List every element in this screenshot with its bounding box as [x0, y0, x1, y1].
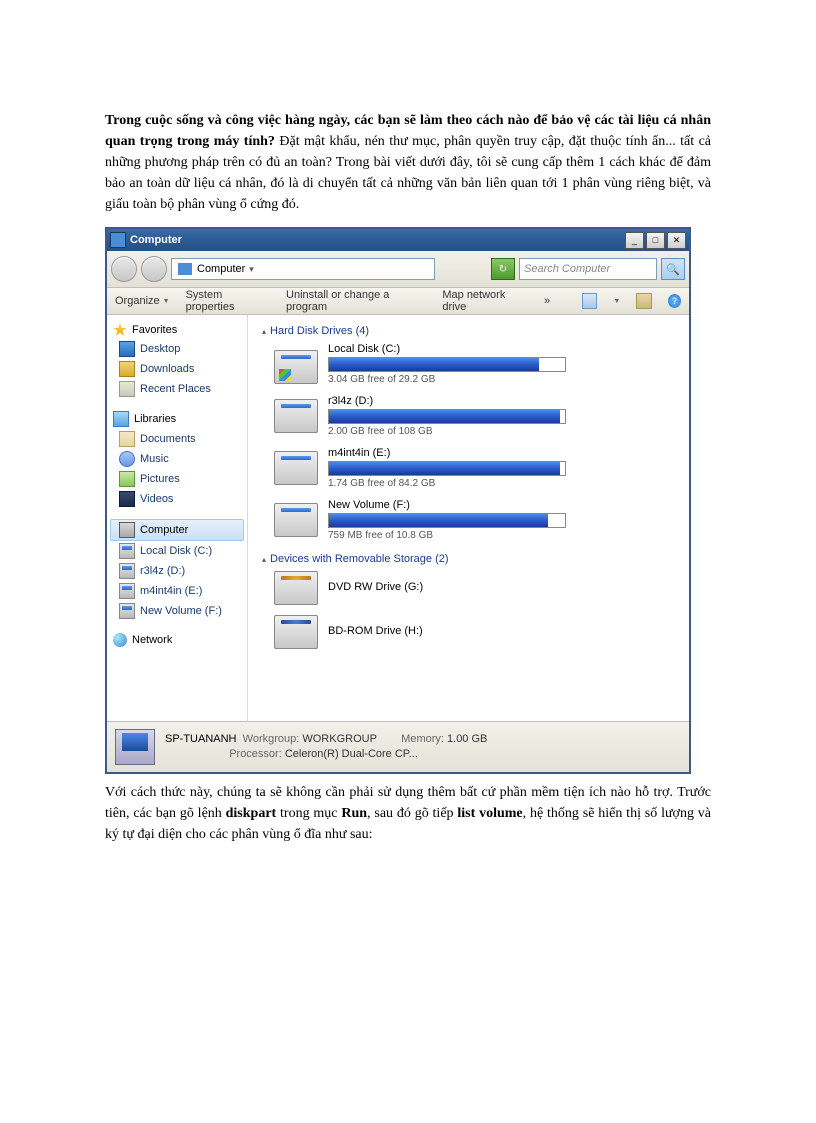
- usage-bar: [328, 409, 566, 424]
- view-icon[interactable]: [582, 293, 597, 309]
- organize-menu[interactable]: Organize: [115, 295, 170, 307]
- disk-icon: [119, 543, 135, 559]
- preview-pane-icon[interactable]: [636, 293, 651, 309]
- close-button[interactable]: ✕: [667, 232, 686, 249]
- star-icon: [113, 323, 127, 337]
- drive-name: r3l4z (D:): [328, 395, 679, 407]
- breadcrumb-text: Computer: [197, 263, 245, 275]
- removable-header[interactable]: Devices with Removable Storage (2): [258, 551, 679, 571]
- sidebar-item-disk-e[interactable]: m4int4in (E:): [107, 581, 247, 601]
- outro-paragraph: Với cách thức này, chúng ta sẽ không cần…: [105, 782, 711, 845]
- drive-name: BD-ROM Drive (H:): [328, 625, 679, 637]
- status-text: SP-TUANANH Workgroup: WORKGROUP Memory: …: [165, 732, 487, 763]
- drive-item[interactable]: m4int4in (E:) 1.74 GB free of 84.2 GB: [274, 447, 679, 489]
- map-drive-button[interactable]: Map network drive: [442, 289, 528, 313]
- drive-free: 3.04 GB free of 29.2 GB: [328, 374, 679, 385]
- sidebar-item-downloads[interactable]: Downloads: [107, 359, 247, 379]
- status-bar: SP-TUANANH Workgroup: WORKGROUP Memory: …: [107, 721, 689, 772]
- pictures-icon: [119, 471, 135, 487]
- removable-item[interactable]: DVD RW Drive (G:): [274, 571, 679, 605]
- drive-item[interactable]: r3l4z (D:) 2.00 GB free of 108 GB: [274, 395, 679, 437]
- sidebar-item-music[interactable]: Music: [107, 449, 247, 469]
- forward-button[interactable]: [141, 256, 167, 282]
- music-icon: [119, 451, 135, 467]
- disk-icon: [119, 603, 135, 619]
- computer-icon: [119, 522, 135, 538]
- recent-icon: [119, 381, 135, 397]
- drive-free: 2.00 GB free of 108 GB: [328, 426, 679, 437]
- drive-name: Local Disk (C:): [328, 343, 679, 355]
- view-dropdown-icon[interactable]: ▼: [613, 298, 620, 305]
- computer-large-icon: [115, 729, 155, 765]
- sidebar: Favorites Desktop Downloads Recent Place…: [107, 315, 248, 721]
- sidebar-item-desktop[interactable]: Desktop: [107, 339, 247, 359]
- sidebar-item-videos[interactable]: Videos: [107, 489, 247, 509]
- usage-bar: [328, 461, 566, 476]
- sidebar-item-documents[interactable]: Documents: [107, 429, 247, 449]
- drive-name: m4int4in (E:): [328, 447, 679, 459]
- content-pane: Hard Disk Drives (4) Local Disk (C:) 3.04…: [248, 315, 689, 721]
- usage-bar: [328, 357, 566, 372]
- sidebar-item-disk-d[interactable]: r3l4z (D:): [107, 561, 247, 581]
- libraries-icon: [113, 411, 129, 427]
- intro-paragraph: Trong cuộc sống và công việc hàng ngày, …: [105, 110, 711, 215]
- disk-icon: [119, 563, 135, 579]
- uninstall-button[interactable]: Uninstall or change a program: [286, 289, 426, 313]
- optical-drive-icon: [274, 615, 318, 649]
- disk-icon: [119, 583, 135, 599]
- network-icon: [113, 633, 127, 647]
- sidebar-libraries[interactable]: Libraries: [107, 409, 247, 429]
- drive-item[interactable]: Local Disk (C:) 3.04 GB free of 29.2 GB: [274, 343, 679, 385]
- minimize-button[interactable]: _: [625, 232, 644, 249]
- sidebar-item-disk-c[interactable]: Local Disk (C:): [107, 541, 247, 561]
- downloads-icon: [119, 361, 135, 377]
- sidebar-computer[interactable]: Computer: [110, 519, 244, 541]
- drive-item[interactable]: New Volume (F:) 759 MB free of 10.8 GB: [274, 499, 679, 541]
- documents-icon: [119, 431, 135, 447]
- chevron-down-icon: ▾: [249, 264, 254, 275]
- computer-icon: [178, 263, 192, 275]
- sidebar-item-recent[interactable]: Recent Places: [107, 379, 247, 399]
- computer-icon: [110, 232, 126, 248]
- drive-icon: [274, 451, 318, 485]
- sidebar-item-pictures[interactable]: Pictures: [107, 469, 247, 489]
- maximize-button[interactable]: □: [646, 232, 665, 249]
- refresh-button[interactable]: ↻: [491, 258, 515, 280]
- window-body: Favorites Desktop Downloads Recent Place…: [107, 315, 689, 721]
- address-bar: Computer ▾ ↻ Search Computer 🔍: [107, 251, 689, 288]
- sidebar-network[interactable]: Network: [107, 631, 247, 649]
- sidebar-item-disk-f[interactable]: New Volume (F:): [107, 601, 247, 621]
- window-title: Computer: [130, 234, 623, 246]
- search-button[interactable]: 🔍: [661, 258, 685, 280]
- explorer-window: Computer _ □ ✕ Computer ▾ ↻ Search Compu…: [105, 227, 691, 774]
- sidebar-favorites[interactable]: Favorites: [107, 321, 247, 339]
- removable-item[interactable]: BD-ROM Drive (H:): [274, 615, 679, 649]
- drive-name: New Volume (F:): [328, 499, 679, 511]
- optical-drive-icon: [274, 571, 318, 605]
- drive-free: 759 MB free of 10.8 GB: [328, 530, 679, 541]
- drive-icon: [274, 503, 318, 537]
- drive-icon: [274, 399, 318, 433]
- toolbar: Organize System properties Uninstall or …: [107, 288, 689, 315]
- drive-free: 1.74 GB free of 84.2 GB: [328, 478, 679, 489]
- breadcrumb[interactable]: Computer ▾: [171, 258, 435, 280]
- drive-icon: [274, 350, 318, 384]
- help-icon[interactable]: ?: [668, 294, 681, 308]
- back-button[interactable]: [111, 256, 137, 282]
- usage-bar: [328, 513, 566, 528]
- titlebar[interactable]: Computer _ □ ✕: [107, 229, 689, 251]
- desktop-icon: [119, 341, 135, 357]
- more-button[interactable]: »: [544, 295, 550, 307]
- search-input[interactable]: Search Computer: [519, 258, 657, 280]
- system-properties-button[interactable]: System properties: [186, 289, 270, 313]
- drive-name: DVD RW Drive (G:): [328, 581, 679, 593]
- videos-icon: [119, 491, 135, 507]
- hard-disks-header[interactable]: Hard Disk Drives (4): [258, 323, 679, 343]
